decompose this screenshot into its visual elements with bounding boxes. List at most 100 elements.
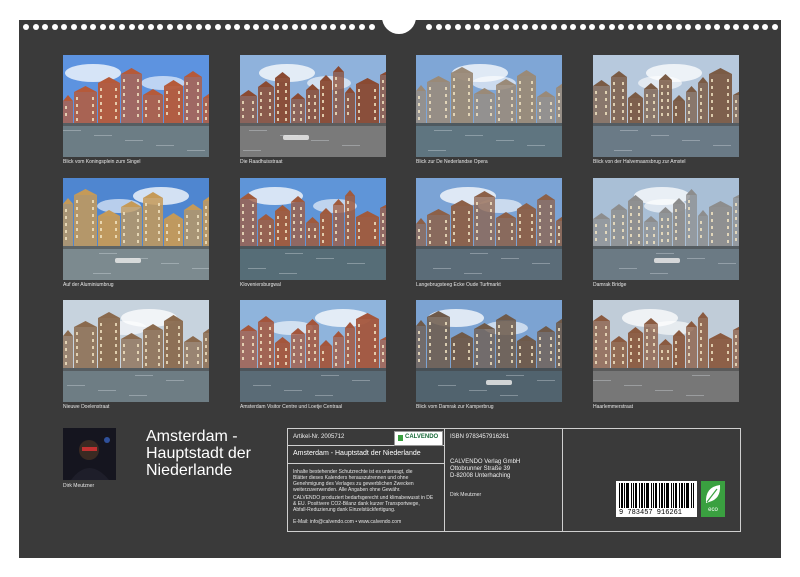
binding-hole (647, 24, 653, 30)
binding-hole (311, 24, 317, 30)
binding-hole (272, 24, 279, 30)
binding-hole (675, 24, 682, 30)
binding-hole (723, 24, 730, 30)
photo-caption: Amsterdam Visitor Centre und Loetje Cent… (240, 404, 343, 410)
binding-hole (205, 24, 212, 30)
binding-hole (119, 24, 125, 30)
photo-caption: Die Raadhuisstraat (240, 159, 283, 165)
binding-hole (157, 24, 164, 30)
binding-hole (656, 24, 663, 30)
photo-caption: Damrak Bridge (593, 282, 627, 288)
binding-hole (282, 24, 289, 30)
binding-hole (733, 24, 740, 30)
binding-hole (61, 24, 68, 30)
barcode-bar (641, 483, 643, 508)
calendar-photo (593, 55, 739, 157)
binding-hole (714, 24, 721, 30)
binding-hole (618, 24, 625, 30)
barcode-bar (639, 483, 640, 508)
binding-hole (51, 24, 58, 30)
binding-hole (599, 24, 605, 30)
binding-hole (195, 24, 202, 30)
binding-hole (579, 24, 586, 30)
photo-caption: Auf der Aluminiumbrug (63, 282, 114, 288)
binding-hole (695, 24, 701, 30)
barcode-bars (619, 483, 694, 508)
title-line: Hauptstadt der (146, 445, 251, 462)
calendar-title-small: Amsterdam - Hauptstadt der Niederlande (293, 450, 421, 457)
calendar-photo (240, 178, 386, 280)
calendar-photo (416, 178, 562, 280)
binding-hole (666, 24, 673, 30)
binding-hole (330, 24, 337, 30)
article-number: Artikel-Nr. 2005712 (293, 434, 345, 440)
binding-hole (589, 24, 596, 30)
binding-hole (512, 24, 519, 30)
binding-hole (464, 24, 471, 30)
binding-hole (224, 24, 231, 30)
binding-hole (685, 24, 692, 30)
photo-caption: Blick vom Koningsplein zum Singel (63, 159, 141, 165)
barcode-bar (646, 483, 649, 508)
barcode-bar (619, 483, 620, 508)
barcode-bar (675, 483, 677, 508)
barcode-bar (671, 483, 672, 508)
title-line: Niederlande (146, 462, 233, 479)
binding-hole (320, 24, 327, 30)
divider (288, 463, 444, 464)
binding-hole (445, 24, 452, 30)
photo-caption: Blick vom Damrak zur Kamperbrug (416, 404, 494, 410)
binding-hole (541, 24, 548, 30)
binding-hole (368, 24, 375, 30)
photographer-name: Dirk Meutzner (450, 492, 482, 498)
binding-hole (608, 24, 615, 30)
barcode-bar (621, 483, 623, 508)
binding-hole (704, 24, 711, 30)
calendar-photo (240, 55, 386, 157)
binding-hole (23, 24, 29, 30)
calendar-photo (593, 300, 739, 402)
binding-hole (522, 24, 529, 30)
binding-hole (263, 24, 269, 30)
title-line: Amsterdam - (146, 428, 238, 445)
barcode-bar (661, 483, 663, 508)
leaf-icon (705, 485, 721, 503)
binding-hole (186, 24, 193, 30)
binding-hole (771, 24, 778, 30)
photo-caption: Kloveniersburgwal (240, 282, 281, 288)
calendar-photo (240, 300, 386, 402)
barcode-bar (651, 483, 652, 508)
divider (444, 429, 445, 531)
binding-hole (435, 24, 442, 30)
binding-hole (637, 24, 644, 30)
binding-hole (743, 24, 749, 30)
barcode-bar (626, 483, 629, 508)
barcode-bar (686, 483, 689, 508)
binding-hole (762, 24, 769, 30)
barcode: 9 783457 916261 (616, 481, 697, 517)
binding-hole (349, 24, 356, 30)
photo-caption: Haarlemmerstraat (593, 404, 634, 410)
binding-hole (128, 24, 135, 30)
binding-hole (109, 24, 116, 30)
barcode-bar (679, 483, 680, 508)
logo-mark-icon (398, 435, 403, 441)
author-name: Dirk Meutzner (63, 483, 95, 489)
barcode-bar (681, 483, 683, 508)
calendar-title: Amsterdam - Hauptstadt der Niederlande (146, 428, 251, 479)
binding-hole (359, 24, 365, 30)
isbn: ISBN 9783457916261 (450, 434, 510, 440)
binding-hole (560, 24, 567, 30)
binding-hole (426, 24, 433, 30)
barcode-bar (653, 483, 654, 508)
barcode-bar (673, 483, 674, 508)
calendar-photo (416, 300, 562, 402)
barcode-bar (624, 483, 625, 508)
barcode-bar (633, 483, 634, 508)
calendar-photo (416, 55, 562, 157)
contact-line: E-Mail: info@calvendo.com • www.calvendo… (293, 519, 402, 525)
binding-hole (99, 24, 106, 30)
calendar-photo (63, 55, 209, 157)
binding-hole (503, 24, 509, 30)
binding-hole (167, 24, 173, 30)
